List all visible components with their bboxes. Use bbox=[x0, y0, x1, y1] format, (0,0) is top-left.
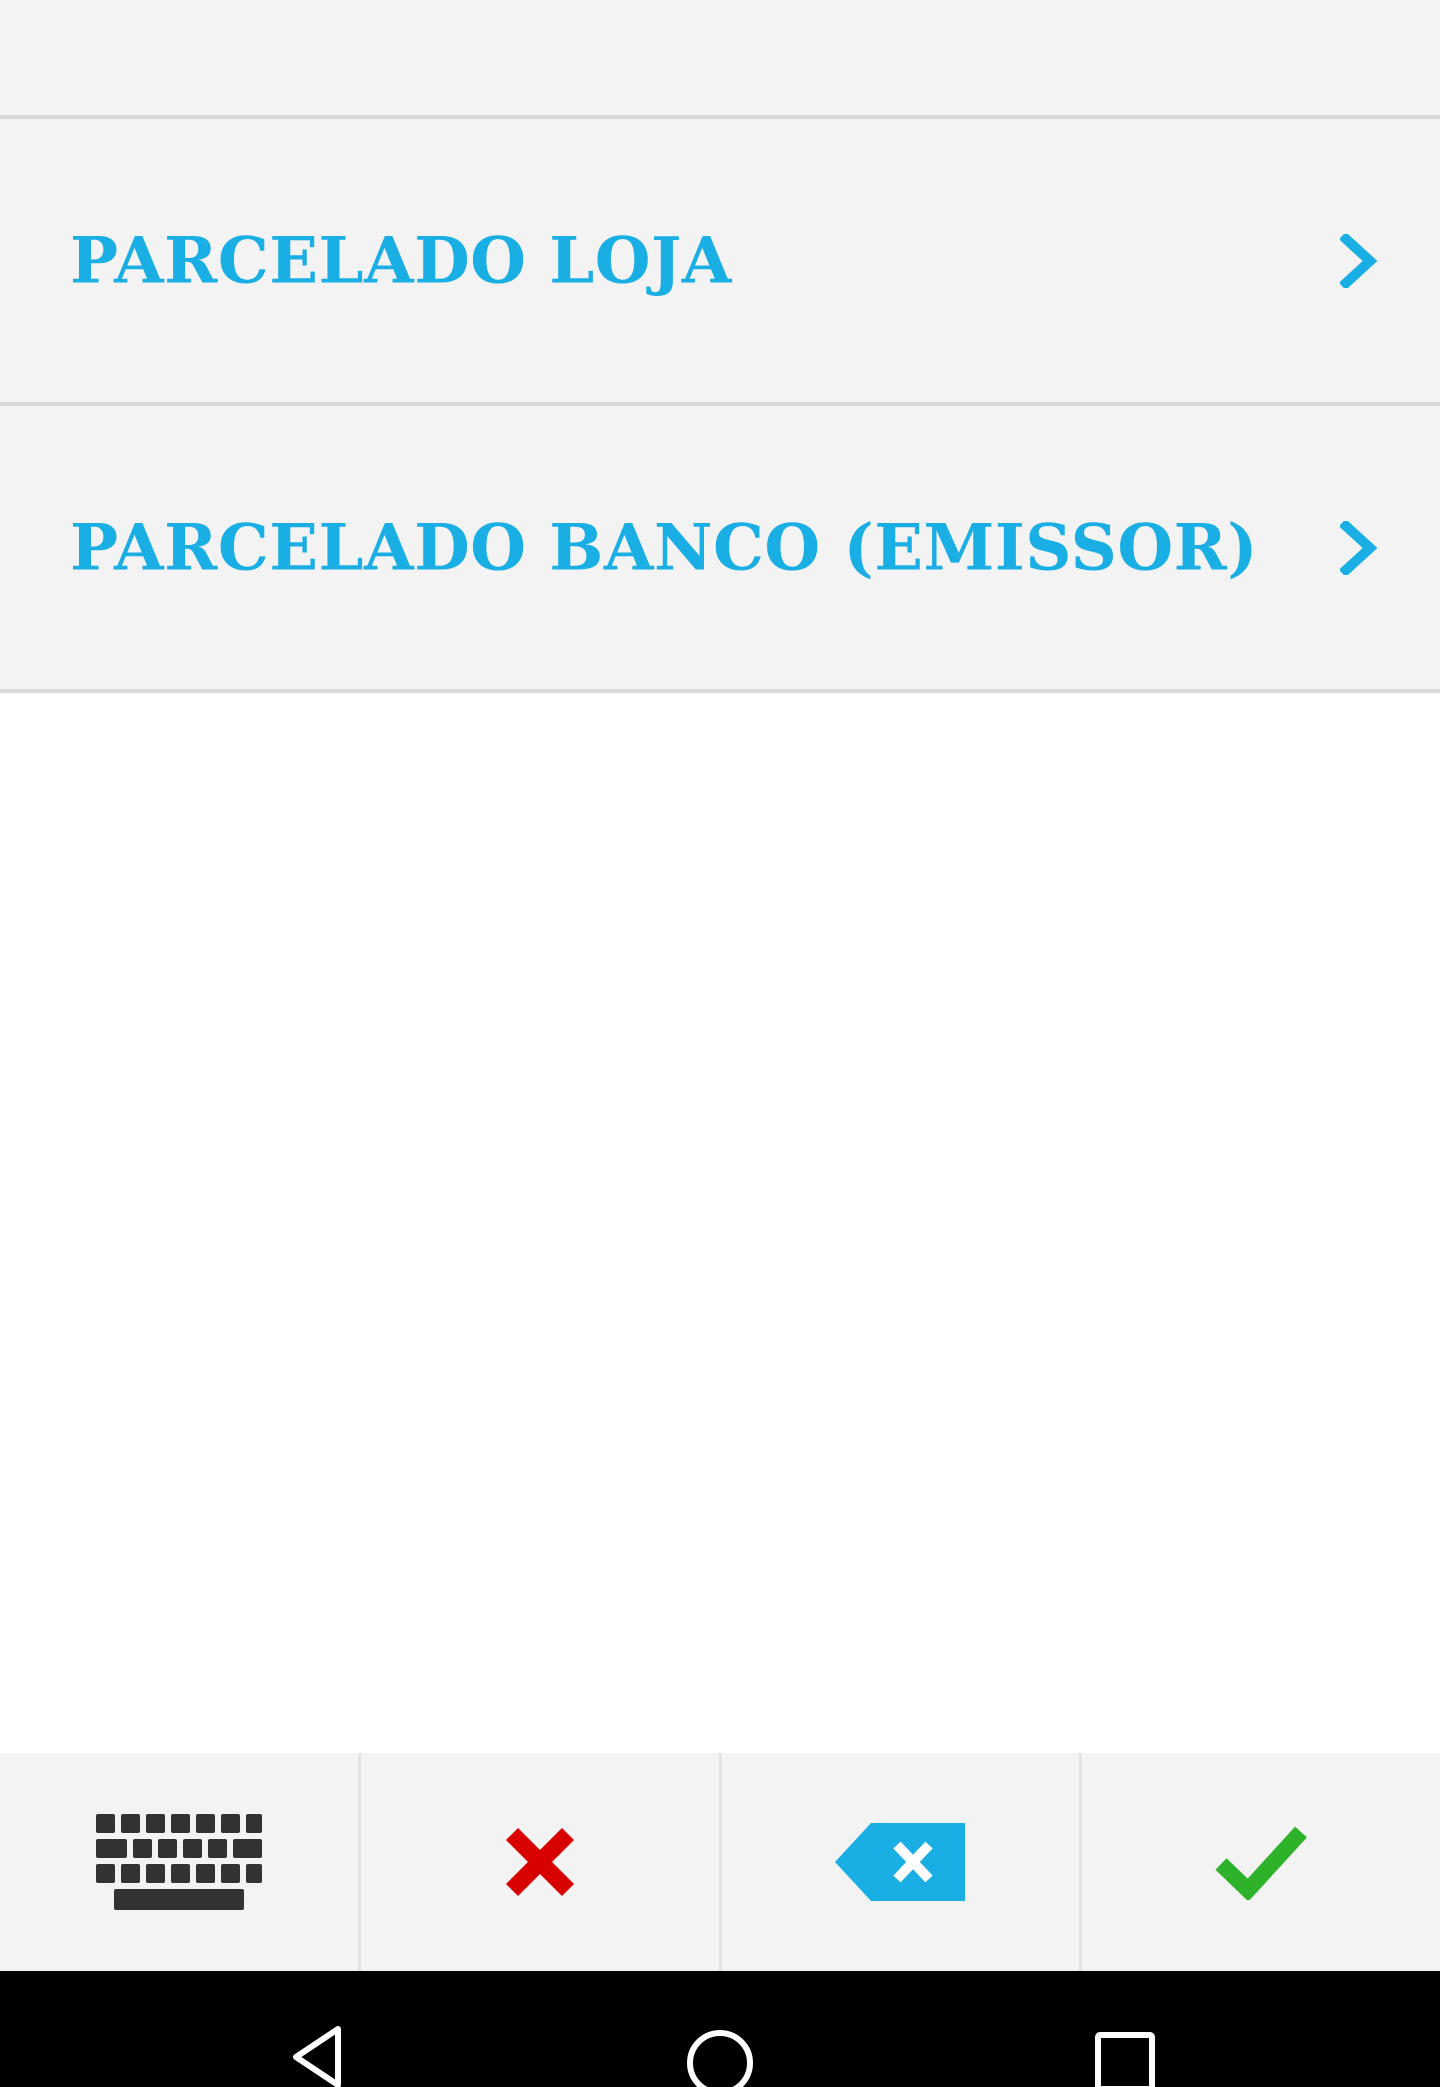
recents-icon bbox=[1095, 2032, 1155, 2087]
keyboard-icon bbox=[95, 1814, 262, 1910]
recents-button[interactable] bbox=[1045, 1971, 1205, 2087]
action-toolbar bbox=[0, 1753, 1440, 1971]
home-icon bbox=[687, 2030, 753, 2087]
keyboard-button[interactable] bbox=[0, 1753, 361, 1971]
menu-item-label: PARCELADO LOJA bbox=[70, 223, 732, 298]
menu-item-label: PARCELADO BANCO (EMISSOR) bbox=[70, 510, 1259, 585]
backspace-icon bbox=[835, 1823, 966, 1901]
chevron-right-icon bbox=[1340, 520, 1378, 575]
close-icon bbox=[505, 1827, 574, 1897]
home-button[interactable] bbox=[640, 1971, 800, 2087]
chevron-right-icon bbox=[1340, 233, 1378, 288]
back-button[interactable] bbox=[238, 1971, 398, 2087]
system-navigation-bar bbox=[0, 1971, 1440, 2087]
menu-item-previous[interactable] bbox=[0, 0, 1440, 119]
cancel-button[interactable] bbox=[361, 1753, 722, 1971]
confirm-button[interactable] bbox=[1082, 1753, 1440, 1971]
backspace-button[interactable] bbox=[722, 1753, 1083, 1971]
menu-item-parcelado-banco[interactable]: PARCELADO BANCO (EMISSOR) bbox=[0, 406, 1440, 693]
menu-item-parcelado-loja[interactable]: PARCELADO LOJA bbox=[0, 119, 1440, 406]
check-icon bbox=[1215, 1826, 1308, 1900]
back-icon bbox=[293, 2026, 341, 2087]
